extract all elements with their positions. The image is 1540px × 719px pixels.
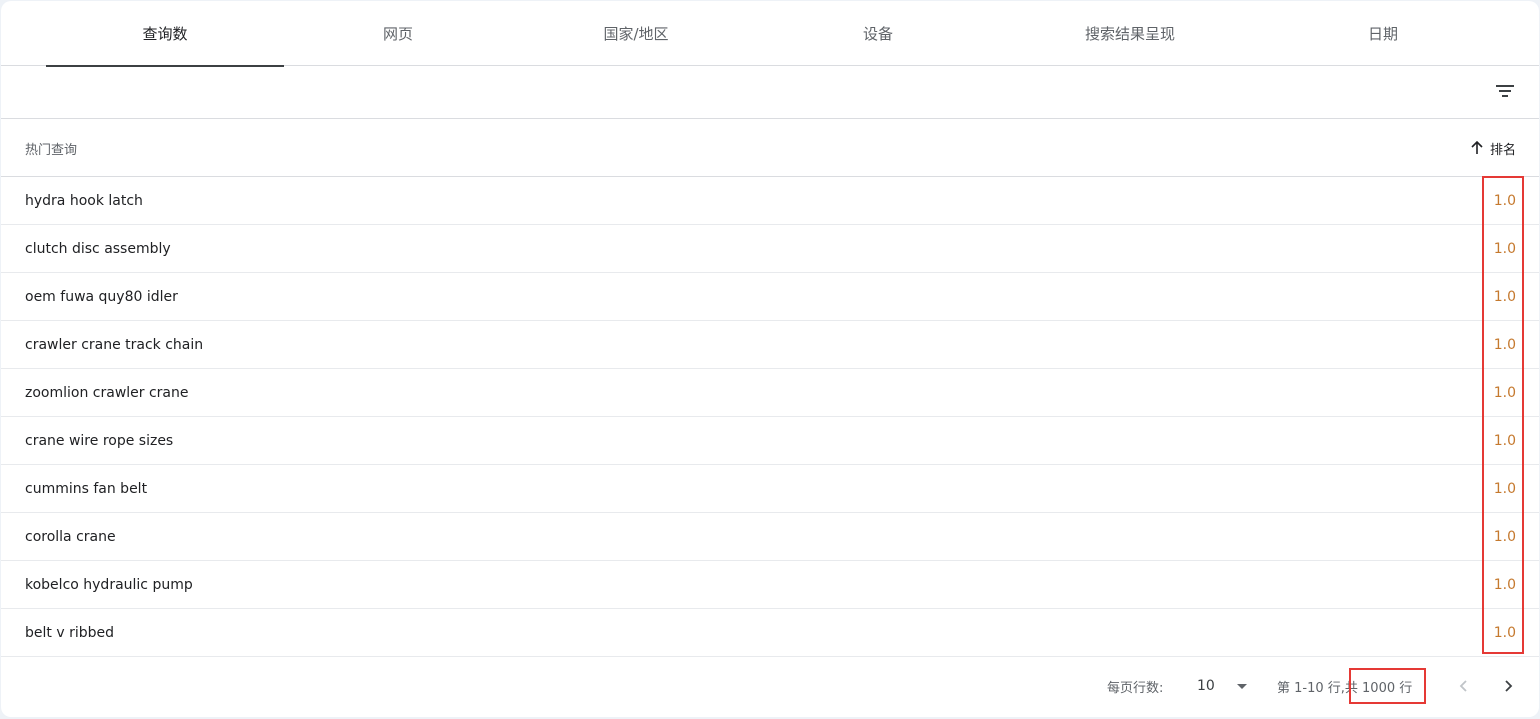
- query-cell: oem fuwa quy80 idler: [25, 289, 178, 305]
- pagination: 每页行数: 10 第 1-10 行, 共 1000 行: [1, 657, 1539, 717]
- table-row[interactable]: crawler crane track chain 1.0: [1, 321, 1539, 369]
- table-row[interactable]: corolla crane 1.0: [1, 513, 1539, 561]
- query-cell: crawler crane track chain: [25, 337, 204, 353]
- pagination-range-text: 第 1-10 行,: [1277, 680, 1345, 696]
- column-header-position[interactable]: 排名: [1470, 119, 1516, 177]
- query-cell: kobelco hydraulic pump: [25, 577, 193, 593]
- tab-queries[interactable]: 查询数: [46, 1, 284, 67]
- position-cell: 1.0: [1493, 529, 1516, 545]
- pagination-total: 共 1000 行: [1344, 680, 1413, 696]
- filter-icon[interactable]: [1495, 81, 1515, 101]
- table-row[interactable]: clutch disc assembly 1.0: [1, 225, 1539, 273]
- rows-per-page-value: 10: [1197, 678, 1215, 694]
- position-cell: 1.0: [1493, 193, 1516, 209]
- query-cell: crane wire rope sizes: [25, 433, 174, 449]
- position-cell: 1.0: [1493, 289, 1516, 305]
- query-cell: cummins fan belt: [25, 481, 148, 497]
- position-cell: 1.0: [1493, 337, 1516, 353]
- table-body: hydra hook latch 1.0 clutch disc assembl…: [1, 177, 1539, 657]
- position-cell: 1.0: [1493, 481, 1516, 497]
- tab-search-appearance[interactable]: 搜索结果呈现: [1005, 1, 1255, 66]
- rows-per-page-select[interactable]: 10: [1197, 657, 1247, 715]
- tab-countries[interactable]: 国家/地区: [522, 1, 750, 66]
- caret-down-icon: [1237, 683, 1247, 689]
- previous-page-button[interactable]: [1448, 670, 1480, 702]
- table-header: 热门查询 排名: [1, 119, 1539, 177]
- table-row[interactable]: kobelco hydraulic pump 1.0: [1, 561, 1539, 609]
- tab-devices[interactable]: 设备: [764, 1, 992, 66]
- rows-per-page-label: 每页行数:: [1107, 680, 1164, 696]
- column-header-top-queries[interactable]: 热门查询: [25, 119, 77, 177]
- query-cell: belt v ribbed: [25, 625, 114, 641]
- chevron-right-icon: [1505, 680, 1513, 692]
- table-row[interactable]: zoomlion crawler crane 1.0: [1, 369, 1539, 417]
- arrow-up-icon: [1471, 141, 1483, 154]
- tab-dates[interactable]: 日期: [1269, 1, 1497, 66]
- position-cell: 1.0: [1493, 241, 1516, 257]
- position-cell: 1.0: [1493, 433, 1516, 449]
- table-row[interactable]: cummins fan belt 1.0: [1, 465, 1539, 513]
- table-row[interactable]: hydra hook latch 1.0: [1, 177, 1539, 225]
- performance-table-card: 查询数 网页 国家/地区 设备 搜索结果呈现 日期 热门查询 排名 hydra …: [1, 1, 1539, 717]
- table-row[interactable]: crane wire rope sizes 1.0: [1, 417, 1539, 465]
- pagination-range: 第 1-10 行, 共 1000 行: [1277, 657, 1412, 715]
- position-cell: 1.0: [1493, 577, 1516, 593]
- query-cell: corolla crane: [25, 529, 116, 545]
- query-cell: zoomlion crawler crane: [25, 385, 189, 401]
- tab-pages[interactable]: 网页: [284, 1, 512, 66]
- table-row[interactable]: oem fuwa quy80 idler 1.0: [1, 273, 1539, 321]
- query-cell: hydra hook latch: [25, 193, 143, 209]
- filter-toolbar: [1, 66, 1539, 119]
- dimension-tabs: 查询数 网页 国家/地区 设备 搜索结果呈现 日期: [1, 1, 1539, 67]
- next-page-button[interactable]: [1492, 670, 1524, 702]
- table-row[interactable]: belt v ribbed 1.0: [1, 609, 1539, 657]
- chevron-left-icon: [1459, 680, 1467, 692]
- position-header-label: 排名: [1489, 142, 1516, 158]
- query-cell: clutch disc assembly: [25, 241, 171, 257]
- position-cell: 1.0: [1493, 625, 1516, 641]
- position-cell: 1.0: [1493, 385, 1516, 401]
